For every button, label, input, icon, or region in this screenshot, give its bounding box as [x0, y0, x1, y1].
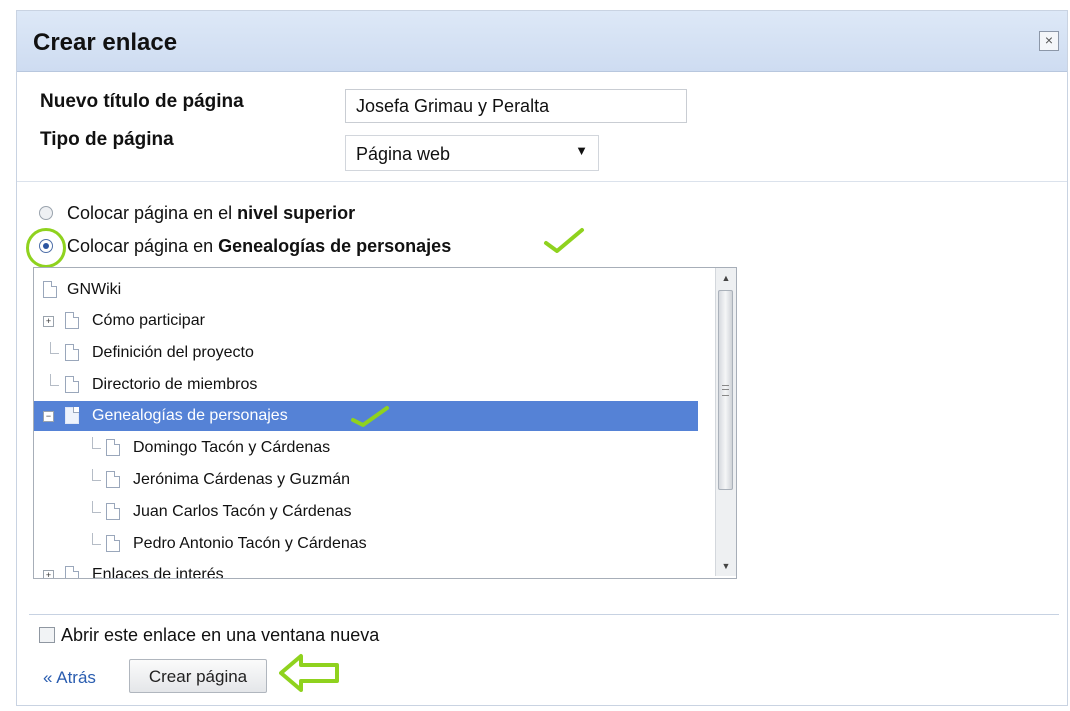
page-icon [65, 312, 79, 329]
back-link[interactable]: « Atrás [43, 668, 96, 688]
page-icon [106, 535, 120, 552]
radio-top-level-text: Colocar página en el [67, 203, 238, 223]
page-icon [65, 407, 79, 424]
tree-item-label: Juan Carlos Tacón y Cárdenas [133, 503, 352, 520]
tree-item-label: Jerónima Cárdenas y Guzmán [133, 471, 350, 488]
page-icon [65, 376, 79, 393]
tree-connector [50, 342, 59, 354]
tree-item-label: Domingo Tacón y Cárdenas [133, 439, 331, 456]
radio-parent[interactable] [39, 239, 53, 253]
annotation-checkmark-icon [544, 228, 584, 253]
tree-item-label: Enlaces de interés [92, 566, 224, 579]
tree-item-gnwiki[interactable]: GNWiki [34, 275, 698, 305]
tree-item-label: Directorio de miembros [92, 376, 258, 393]
radio-parent-bold: Genealogías de personajes [218, 236, 452, 256]
tree-item-label: Cómo participar [92, 312, 205, 329]
grip-icon [722, 385, 729, 396]
page-icon [106, 471, 120, 488]
tree-connector [92, 469, 101, 481]
page-icon [65, 344, 79, 361]
left-arrow-icon [279, 654, 339, 692]
scroll-up-icon[interactable]: ▲ [717, 268, 735, 288]
chevron-down-icon: ▼ [575, 143, 588, 158]
tree-connector [92, 437, 101, 449]
dialog-header: Crear enlace × [17, 11, 1067, 72]
new-window-option[interactable]: Abrir este enlace en una ventana nueva [39, 625, 379, 646]
tree-item-domingo[interactable]: Domingo Tacón y Cárdenas [34, 433, 698, 463]
tree-item-label: Genealogías de personajes [92, 407, 288, 424]
tree-item-label: GNWiki [67, 281, 122, 298]
page-icon [106, 503, 120, 520]
scroll-down-icon[interactable]: ▼ [717, 556, 735, 576]
page-title-input[interactable]: Josefa Grimau y Peralta [345, 89, 687, 123]
tree-item-juan-carlos[interactable]: Juan Carlos Tacón y Cárdenas [34, 497, 698, 527]
page-type-value: Página web [356, 144, 451, 164]
tree-item-jeronima[interactable]: Jerónima Cárdenas y Guzmán [34, 465, 698, 495]
create-page-button[interactable]: Crear página [129, 659, 267, 693]
title-field-label: Nuevo título de página [40, 91, 244, 112]
radio-top-level[interactable] [39, 206, 53, 220]
tree-connector [92, 501, 101, 513]
radio-option-top-level[interactable]: Colocar página en el nivel superior [39, 203, 355, 224]
tree-item-enlaces[interactable]: + Enlaces de interés [34, 560, 698, 579]
page-type-label: Tipo de página [40, 129, 174, 150]
tree-item-label: Pedro Antonio Tacón y Cárdenas [133, 535, 367, 552]
new-window-label: Abrir este enlace en una ventana nueva [61, 625, 380, 645]
page-tree: GNWiki + Cómo participar Definición del … [33, 267, 737, 579]
radio-option-parent[interactable]: Colocar página en Genealogías de persona… [39, 236, 451, 257]
footer-divider [29, 614, 1059, 615]
tree-item-definicion[interactable]: Definición del proyecto [34, 338, 698, 368]
close-icon[interactable]: × [1039, 31, 1059, 51]
expand-icon[interactable]: + [43, 316, 54, 327]
page-icon [43, 281, 57, 298]
annotation-checkmark-icon [351, 406, 389, 427]
tree-item-genealogias[interactable]: − Genealogías de personajes [34, 401, 698, 431]
page-icon [106, 439, 120, 456]
radio-top-level-bold: nivel superior [237, 203, 356, 223]
scroll-thumb[interactable] [718, 290, 733, 490]
tree-connector [92, 533, 101, 545]
tree-connector [50, 374, 59, 386]
page-icon [65, 566, 79, 578]
tree-item-label: Definición del proyecto [92, 344, 254, 361]
collapse-icon[interactable]: − [43, 411, 54, 422]
tree-item-pedro-antonio[interactable]: Pedro Antonio Tacón y Cárdenas [34, 529, 698, 559]
expand-icon[interactable]: + [43, 570, 54, 578]
tree-item-como-participar[interactable]: + Cómo participar [34, 306, 698, 336]
radio-parent-text: Colocar página en [67, 236, 219, 256]
tree-scrollbar[interactable]: ▲ ▼ [715, 268, 736, 576]
new-window-checkbox[interactable] [39, 627, 55, 643]
section-divider [17, 181, 1067, 182]
dialog-title: Crear enlace [33, 29, 178, 56]
tree-item-directorio[interactable]: Directorio de miembros [34, 370, 698, 400]
page-type-select[interactable]: Página web ▼ [345, 135, 599, 171]
create-link-dialog: Crear enlace × Nuevo título de página Jo… [16, 10, 1068, 706]
